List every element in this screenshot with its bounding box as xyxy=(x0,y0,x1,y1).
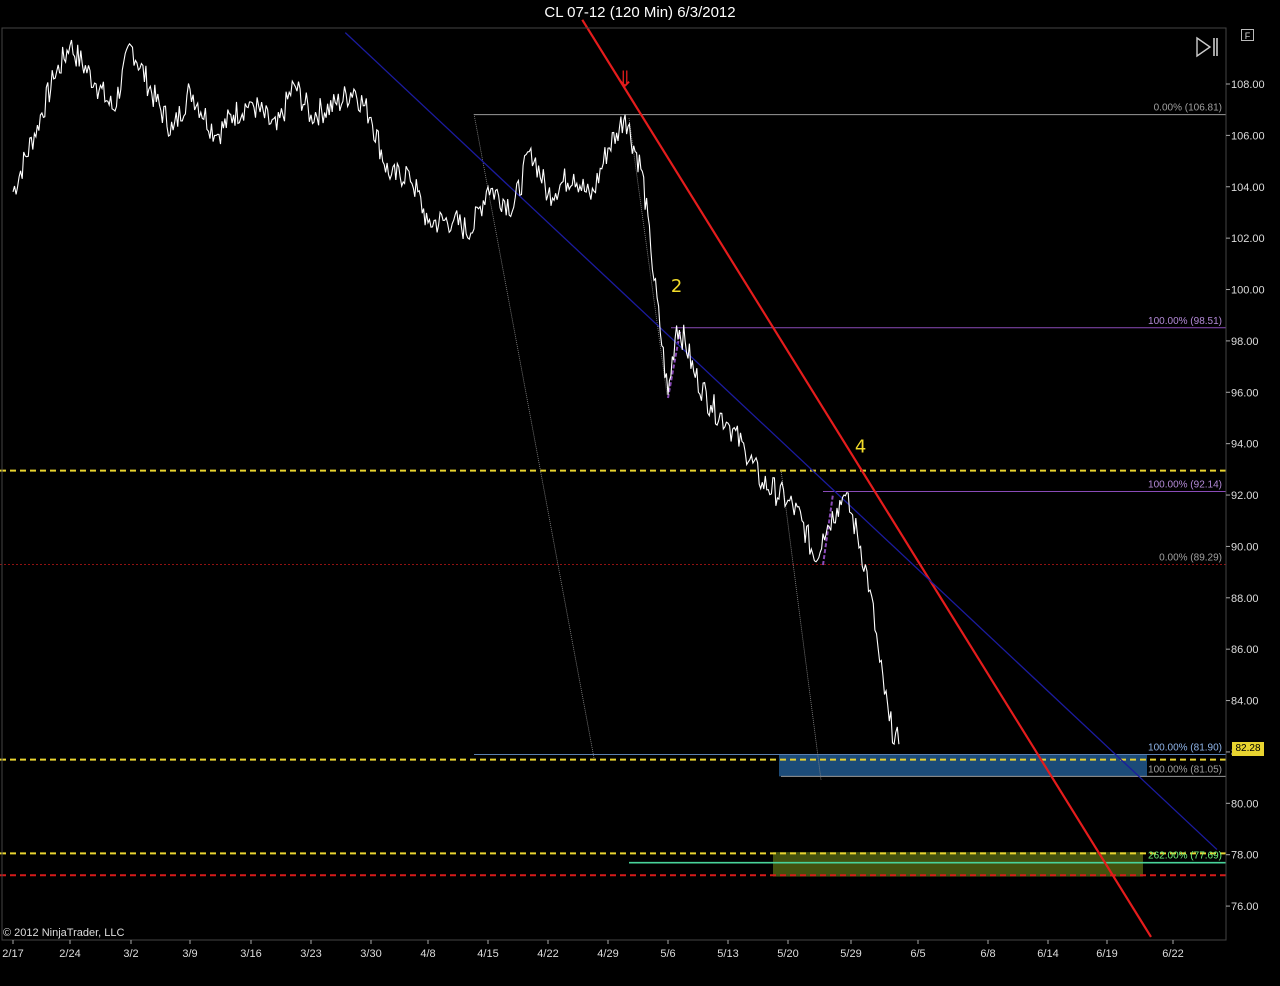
trend-line xyxy=(344,32,1218,851)
y-tick-label: 92.00 xyxy=(1231,490,1259,502)
x-tick-label: 4/22 xyxy=(537,948,558,960)
x-tick-label: 4/15 xyxy=(477,948,498,960)
x-tick-label: 4/29 xyxy=(597,948,618,960)
x-tick-label: 3/16 xyxy=(240,948,261,960)
copyright-text: © 2012 NinjaTrader, LLC xyxy=(3,927,125,939)
y-tick-label: 80.00 xyxy=(1231,798,1259,810)
x-tick-label: 3/23 xyxy=(300,948,321,960)
x-tick-label: 5/6 xyxy=(660,948,675,960)
wave-label: 2 xyxy=(671,276,682,297)
last-price-tag: 82.28 xyxy=(1232,742,1264,756)
x-tick-label: 5/29 xyxy=(840,948,861,960)
y-tick-label: 106.00 xyxy=(1231,130,1265,142)
zone-layer xyxy=(773,754,1147,877)
x-tick-label: 6/8 xyxy=(980,948,995,960)
projection-lines xyxy=(473,113,834,781)
y-tick-label: 76.00 xyxy=(1231,901,1259,913)
trend-line xyxy=(581,19,1152,938)
fib-level-label: 100.00% (81.05) xyxy=(1148,764,1222,775)
x-tick-label: 5/13 xyxy=(717,948,738,960)
y-tick-label: 90.00 xyxy=(1231,541,1259,553)
x-tick-label: 4/8 xyxy=(420,948,435,960)
projection-line xyxy=(628,117,668,396)
x-tick-label: 3/30 xyxy=(360,948,381,960)
x-tick-label: 6/5 xyxy=(910,948,925,960)
y-tick-label: 108.00 xyxy=(1231,79,1265,91)
y-tick-label: 94.00 xyxy=(1231,439,1259,451)
target-zone xyxy=(773,852,1143,877)
y-tick-label: 104.00 xyxy=(1231,182,1265,194)
fib-level-label: 100.00% (98.51) xyxy=(1148,316,1222,327)
wave-label: 4 xyxy=(855,437,866,458)
y-tick-label: 88.00 xyxy=(1231,593,1259,605)
f-button[interactable]: F xyxy=(1241,29,1254,41)
skip-forward-icon xyxy=(1196,36,1218,58)
axis-layer: 76.0078.0080.0082.0084.0086.0088.0090.00… xyxy=(1,27,1265,960)
swing-connector xyxy=(822,493,834,566)
fib-level-label: 0.00% (89.29) xyxy=(1159,553,1222,564)
y-tick-label: 102.00 xyxy=(1231,233,1265,245)
swing-connector xyxy=(667,331,681,399)
y-tick-label: 100.00 xyxy=(1231,285,1265,297)
fib-layer: 0.00% (106.81) 100.00% (98.51) 100.00% (92… xyxy=(474,103,1226,864)
x-tick-label: 6/14 xyxy=(1037,948,1058,960)
price-line xyxy=(12,39,900,746)
level-layer xyxy=(0,469,1226,877)
fib-level-label: 100.00% (92.14) xyxy=(1148,479,1222,490)
y-tick-label: 84.00 xyxy=(1231,696,1259,708)
x-tick-label: 6/22 xyxy=(1162,948,1183,960)
y-tick-label: 86.00 xyxy=(1231,644,1259,656)
fib-level-label: 262.00% (77.69) xyxy=(1148,851,1222,862)
price-series xyxy=(12,39,900,746)
x-tick-label: 2/24 xyxy=(59,948,80,960)
trendline-layer xyxy=(344,19,1218,938)
price-chart[interactable]: 0.00% (106.81) 100.00% (98.51) 100.00% (92… xyxy=(0,0,1280,986)
x-tick-label: 6/19 xyxy=(1096,948,1117,960)
fib-level-label: 100.00% (81.90) xyxy=(1148,743,1222,754)
y-tick-label: 78.00 xyxy=(1231,850,1259,862)
x-tick-label: 3/2 xyxy=(123,948,138,960)
x-tick-label: 5/20 xyxy=(777,948,798,960)
replay-button[interactable] xyxy=(1194,36,1220,58)
down-arrow-annotation: ⇓ xyxy=(616,68,634,93)
plot-frame xyxy=(1,27,1227,941)
y-tick-label: 96.00 xyxy=(1231,387,1259,399)
fib-level-label: 0.00% (106.81) xyxy=(1154,103,1222,114)
target-zone xyxy=(779,754,1147,777)
y-tick-label: 98.00 xyxy=(1231,336,1259,348)
x-tick-label: 3/9 xyxy=(182,948,197,960)
annotation-layer: 2 4 ⇓ xyxy=(616,68,866,458)
projection-line xyxy=(473,113,595,759)
x-tick-label: 2/17 xyxy=(2,948,23,960)
